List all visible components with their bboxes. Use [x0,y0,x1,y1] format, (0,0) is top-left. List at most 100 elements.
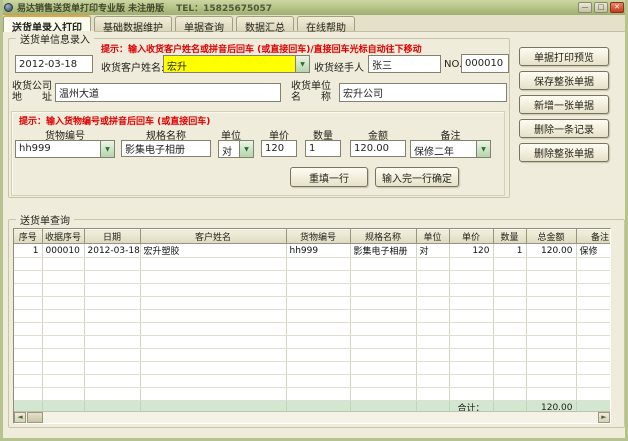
window-title-tel: TEL：15825675057 [176,1,272,14]
query-cell[interactable]: 影集电子相册 [350,244,416,258]
no-label: NO. [444,59,462,70]
query-cell[interactable]: 2012-03-18 [84,244,140,258]
query-empty-cell [286,336,350,349]
handler-label: 收货经手人 [314,59,364,74]
item-unit-value[interactable]: 对 [219,141,239,157]
chevron-down-icon[interactable]: ▼ [100,141,114,157]
query-cell[interactable]: 宏升塑胶 [140,244,286,258]
query-empty-cell [286,310,350,323]
query-empty-cell [286,349,350,362]
receiver-name-input[interactable] [339,83,507,102]
query-empty-cell [526,284,576,297]
print-preview-button[interactable]: 单据打印预览 [519,47,609,66]
query-empty-cell [14,349,42,362]
query-header-cell[interactable]: 收据序号 [42,230,84,244]
query-header-cell[interactable]: 规格名称 [350,230,416,244]
query-header-cell[interactable]: 单价 [449,230,493,244]
delete-record-button[interactable]: 删除一条记录 [519,119,609,138]
no-input[interactable] [461,54,509,73]
chevron-down-icon[interactable]: ▼ [476,141,490,157]
query-header-cell[interactable]: 数量 [493,230,526,244]
customer-name-combo[interactable]: 宏升 ▼ [163,55,310,73]
query-cell[interactable]: 1 [493,244,526,258]
query-header-cell[interactable]: 货物编号 [286,230,350,244]
customer-name-label: 收货客户姓名: [101,59,164,74]
query-empty-cell [350,297,416,310]
item-note-value[interactable]: 保修二年 [411,141,476,157]
query-cell[interactable]: 对 [416,244,449,258]
tab-base-data[interactable]: 基础数据维护 [94,16,172,31]
tab-document-query[interactable]: 单据查询 [175,16,233,31]
query-table-viewport: 序号收据序号日期客户姓名货物编号规格名称单位单价数量总金额备注 10000102… [13,228,611,424]
date-input[interactable] [15,55,93,73]
query-empty-cell [416,336,449,349]
company-address-input[interactable] [55,83,281,102]
query-cell[interactable]: 120 [449,244,493,258]
query-empty-cell [449,271,493,284]
handler-input[interactable] [368,55,441,73]
close-button[interactable]: ✕ [610,2,624,13]
query-header-cell[interactable]: 客户姓名 [140,230,286,244]
query-empty-cell [449,349,493,362]
scrollbar-thumb[interactable] [27,412,43,423]
item-note-combo[interactable]: 保修二年 ▼ [410,140,491,158]
new-document-button[interactable]: 新增一张单据 [519,95,609,114]
scroll-right-icon[interactable]: ► [598,412,610,423]
query-empty-cell [416,258,449,271]
maximize-button[interactable]: □ [594,2,608,13]
query-data-row[interactable]: 10000102012-03-18宏升塑胶hh999影集电子相册对1201120… [14,244,611,258]
query-empty-cell [449,297,493,310]
query-empty-cell [286,271,350,284]
query-cell[interactable]: hh999 [286,244,350,258]
item-code-combo[interactable]: hh999 ▼ [15,140,115,158]
refill-row-button[interactable]: 重填一行 [290,167,368,187]
window-title: 易达销售送货单打印专业版 未注册版 [17,1,164,14]
query-empty-cell [140,284,286,297]
confirm-row-button[interactable]: 输入完一行确定 [375,167,459,187]
query-empty-cell [84,336,140,349]
query-empty-cell [42,258,84,271]
query-empty-row [14,258,611,271]
item-spec-input[interactable] [121,140,211,157]
query-empty-cell [14,310,42,323]
query-cell[interactable]: 120.00 [526,244,576,258]
item-amount-input[interactable] [350,140,406,157]
query-empty-cell [526,258,576,271]
chevron-down-icon[interactable]: ▼ [239,141,253,157]
query-empty-cell [416,388,449,401]
query-empty-cell [416,284,449,297]
query-header-cell[interactable]: 日期 [84,230,140,244]
tab-delivery-entry[interactable]: 送货单录入打印 [3,15,91,32]
item-unit-combo[interactable]: 对 ▼ [218,140,254,158]
chevron-down-icon[interactable]: ▼ [295,56,309,72]
minimize-button[interactable]: — [578,2,592,13]
query-table-head: 序号收据序号日期客户姓名货物编号规格名称单位单价数量总金额备注 [14,230,611,244]
tab-data-summary[interactable]: 数据汇总 [236,16,294,31]
query-empty-cell [449,323,493,336]
save-document-button[interactable]: 保存整张单据 [519,71,609,90]
delete-document-button[interactable]: 删除整张单据 [519,143,609,162]
query-empty-cell [84,349,140,362]
query-cell[interactable]: 保修 [576,244,611,258]
tab-online-help[interactable]: 在线帮助 [297,16,355,31]
query-empty-cell [42,349,84,362]
query-header-cell[interactable]: 总金额 [526,230,576,244]
scroll-left-icon[interactable]: ◄ [14,412,26,423]
horizontal-scrollbar[interactable]: ◄ ► [14,411,610,423]
query-empty-cell [140,323,286,336]
query-header-cell[interactable]: 备注 [576,230,611,244]
query-empty-cell [416,362,449,375]
query-empty-cell [42,284,84,297]
query-header-cell[interactable]: 序号 [14,230,42,244]
query-empty-cell [526,336,576,349]
query-cell[interactable]: 1 [14,244,42,258]
query-empty-cell [449,284,493,297]
query-empty-cell [416,323,449,336]
item-code-value[interactable]: hh999 [16,141,100,157]
query-header-cell[interactable]: 单位 [416,230,449,244]
customer-name-value[interactable]: 宏升 [164,56,295,72]
item-qty-input[interactable] [305,140,341,157]
item-price-input[interactable] [261,140,297,157]
query-cell[interactable]: 000010 [42,244,84,258]
query-empty-row [14,297,611,310]
